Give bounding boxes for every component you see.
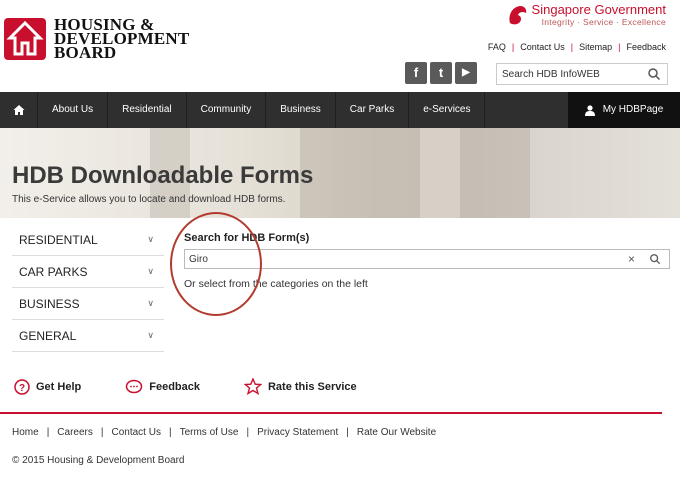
category-business[interactable]: BUSINESS ∨ — [12, 288, 164, 320]
star-icon — [243, 378, 262, 395]
twitter-icon[interactable]: t — [430, 62, 452, 84]
nav-car-parks[interactable]: Car Parks — [336, 92, 410, 128]
category-label: RESIDENTIAL — [19, 232, 98, 247]
search-icon[interactable] — [649, 253, 661, 265]
category-residential[interactable]: RESIDENTIAL ∨ — [12, 224, 164, 256]
footer-link-rate-website[interactable]: Rate Our Website — [357, 427, 436, 438]
footer-link-contact-us[interactable]: Contact Us — [111, 427, 160, 438]
site-search-input[interactable] — [497, 64, 642, 84]
clear-icon[interactable]: × — [628, 252, 635, 266]
nav-community[interactable]: Community — [187, 92, 267, 128]
nav-residential[interactable]: Residential — [108, 92, 187, 128]
user-icon — [584, 104, 595, 116]
chevron-down-icon: ∨ — [147, 234, 154, 244]
category-general[interactable]: GENERAL ∨ — [12, 320, 164, 352]
page-banner: HDB Downloadable Forms This e-Service al… — [0, 128, 680, 218]
footer-links: Home | Careers | Contact Us | Terms of U… — [12, 427, 437, 438]
social-links: f t ▶ — [405, 62, 480, 84]
facebook-icon[interactable]: f — [405, 62, 427, 84]
top-link-faq[interactable]: FAQ — [488, 42, 506, 52]
banner-decor — [300, 128, 420, 218]
top-link-contact-us[interactable]: Contact Us — [520, 42, 565, 52]
nav-my-hdbpage[interactable]: My HDBPage — [568, 92, 680, 128]
top-link-sitemap[interactable]: Sitemap — [579, 42, 612, 52]
singapore-government-logo[interactable]: Singapore Government Integrity · Service… — [506, 2, 666, 27]
banner-decor — [460, 128, 530, 218]
category-label: CAR PARKS — [19, 264, 88, 279]
home-icon[interactable] — [0, 92, 38, 128]
page-title: HDB Downloadable Forms — [12, 162, 314, 189]
chevron-down-icon: ∨ — [147, 330, 154, 340]
sg-gov-tagline: Integrity · Service · Excellence — [541, 17, 666, 27]
search-icon[interactable] — [647, 67, 661, 81]
sg-gov-title: Singapore Government — [531, 2, 666, 17]
get-help-link[interactable]: ? Get Help — [14, 378, 82, 395]
category-label: GENERAL — [19, 328, 77, 343]
hdb-house-icon — [4, 18, 46, 60]
youtube-icon[interactable]: ▶ — [455, 62, 477, 84]
svg-text:?: ? — [19, 383, 25, 394]
site-search-box — [496, 63, 668, 85]
feedback-label: Feedback — [149, 380, 200, 393]
top-link-feedback[interactable]: Feedback — [626, 42, 666, 52]
hdb-logo-text: HOUSING & DEVELOPMENT BOARD — [54, 16, 189, 62]
nav-business[interactable]: Business — [266, 92, 336, 128]
help-bar: ? Get Help Feedback Rate this Service — [14, 378, 401, 395]
copyright: © 2015 Housing & Development Board — [12, 455, 185, 466]
category-label: BUSINESS — [19, 296, 80, 311]
footer-link-home[interactable]: Home — [12, 427, 39, 438]
my-hdbpage-label: My HDBPage — [602, 104, 664, 115]
chevron-down-icon: ∨ — [147, 266, 154, 276]
footer-link-terms[interactable]: Terms of Use — [180, 427, 239, 438]
footer-link-careers[interactable]: Careers — [57, 427, 93, 438]
site-header: HOUSING & DEVELOPMENT BOARD Singapore Go… — [0, 0, 680, 92]
footer-divider — [0, 412, 662, 414]
rate-service-label: Rate this Service — [267, 380, 357, 393]
nav-e-services[interactable]: e-Services — [409, 92, 486, 128]
rate-service-link[interactable]: Rate this Service — [243, 378, 357, 395]
get-help-label: Get Help — [36, 380, 82, 393]
lion-head-icon — [509, 5, 526, 24]
footer-link-privacy[interactable]: Privacy Statement — [257, 427, 338, 438]
logo-line-3: BOARD — [54, 43, 117, 62]
top-utility-links: FAQ | Contact Us | Sitemap | Feedback — [487, 42, 666, 52]
category-car-parks[interactable]: CAR PARKS ∨ — [12, 256, 164, 288]
question-icon: ? — [14, 378, 30, 395]
chat-bubble-icon — [125, 379, 143, 393]
chevron-down-icon: ∨ — [147, 298, 154, 308]
feedback-link[interactable]: Feedback — [125, 379, 200, 395]
nav-about-us[interactable]: About Us — [38, 92, 109, 128]
main-navigation: About Us Residential Community Business … — [0, 92, 680, 128]
page-subtitle: This e-Service allows you to locate and … — [12, 194, 286, 205]
category-sidebar: RESIDENTIAL ∨ CAR PARKS ∨ BUSINESS ∨ GEN… — [12, 224, 164, 352]
hdb-logo[interactable]: HOUSING & DEVELOPMENT BOARD — [4, 16, 189, 62]
highlight-circle-annotation — [170, 212, 262, 316]
